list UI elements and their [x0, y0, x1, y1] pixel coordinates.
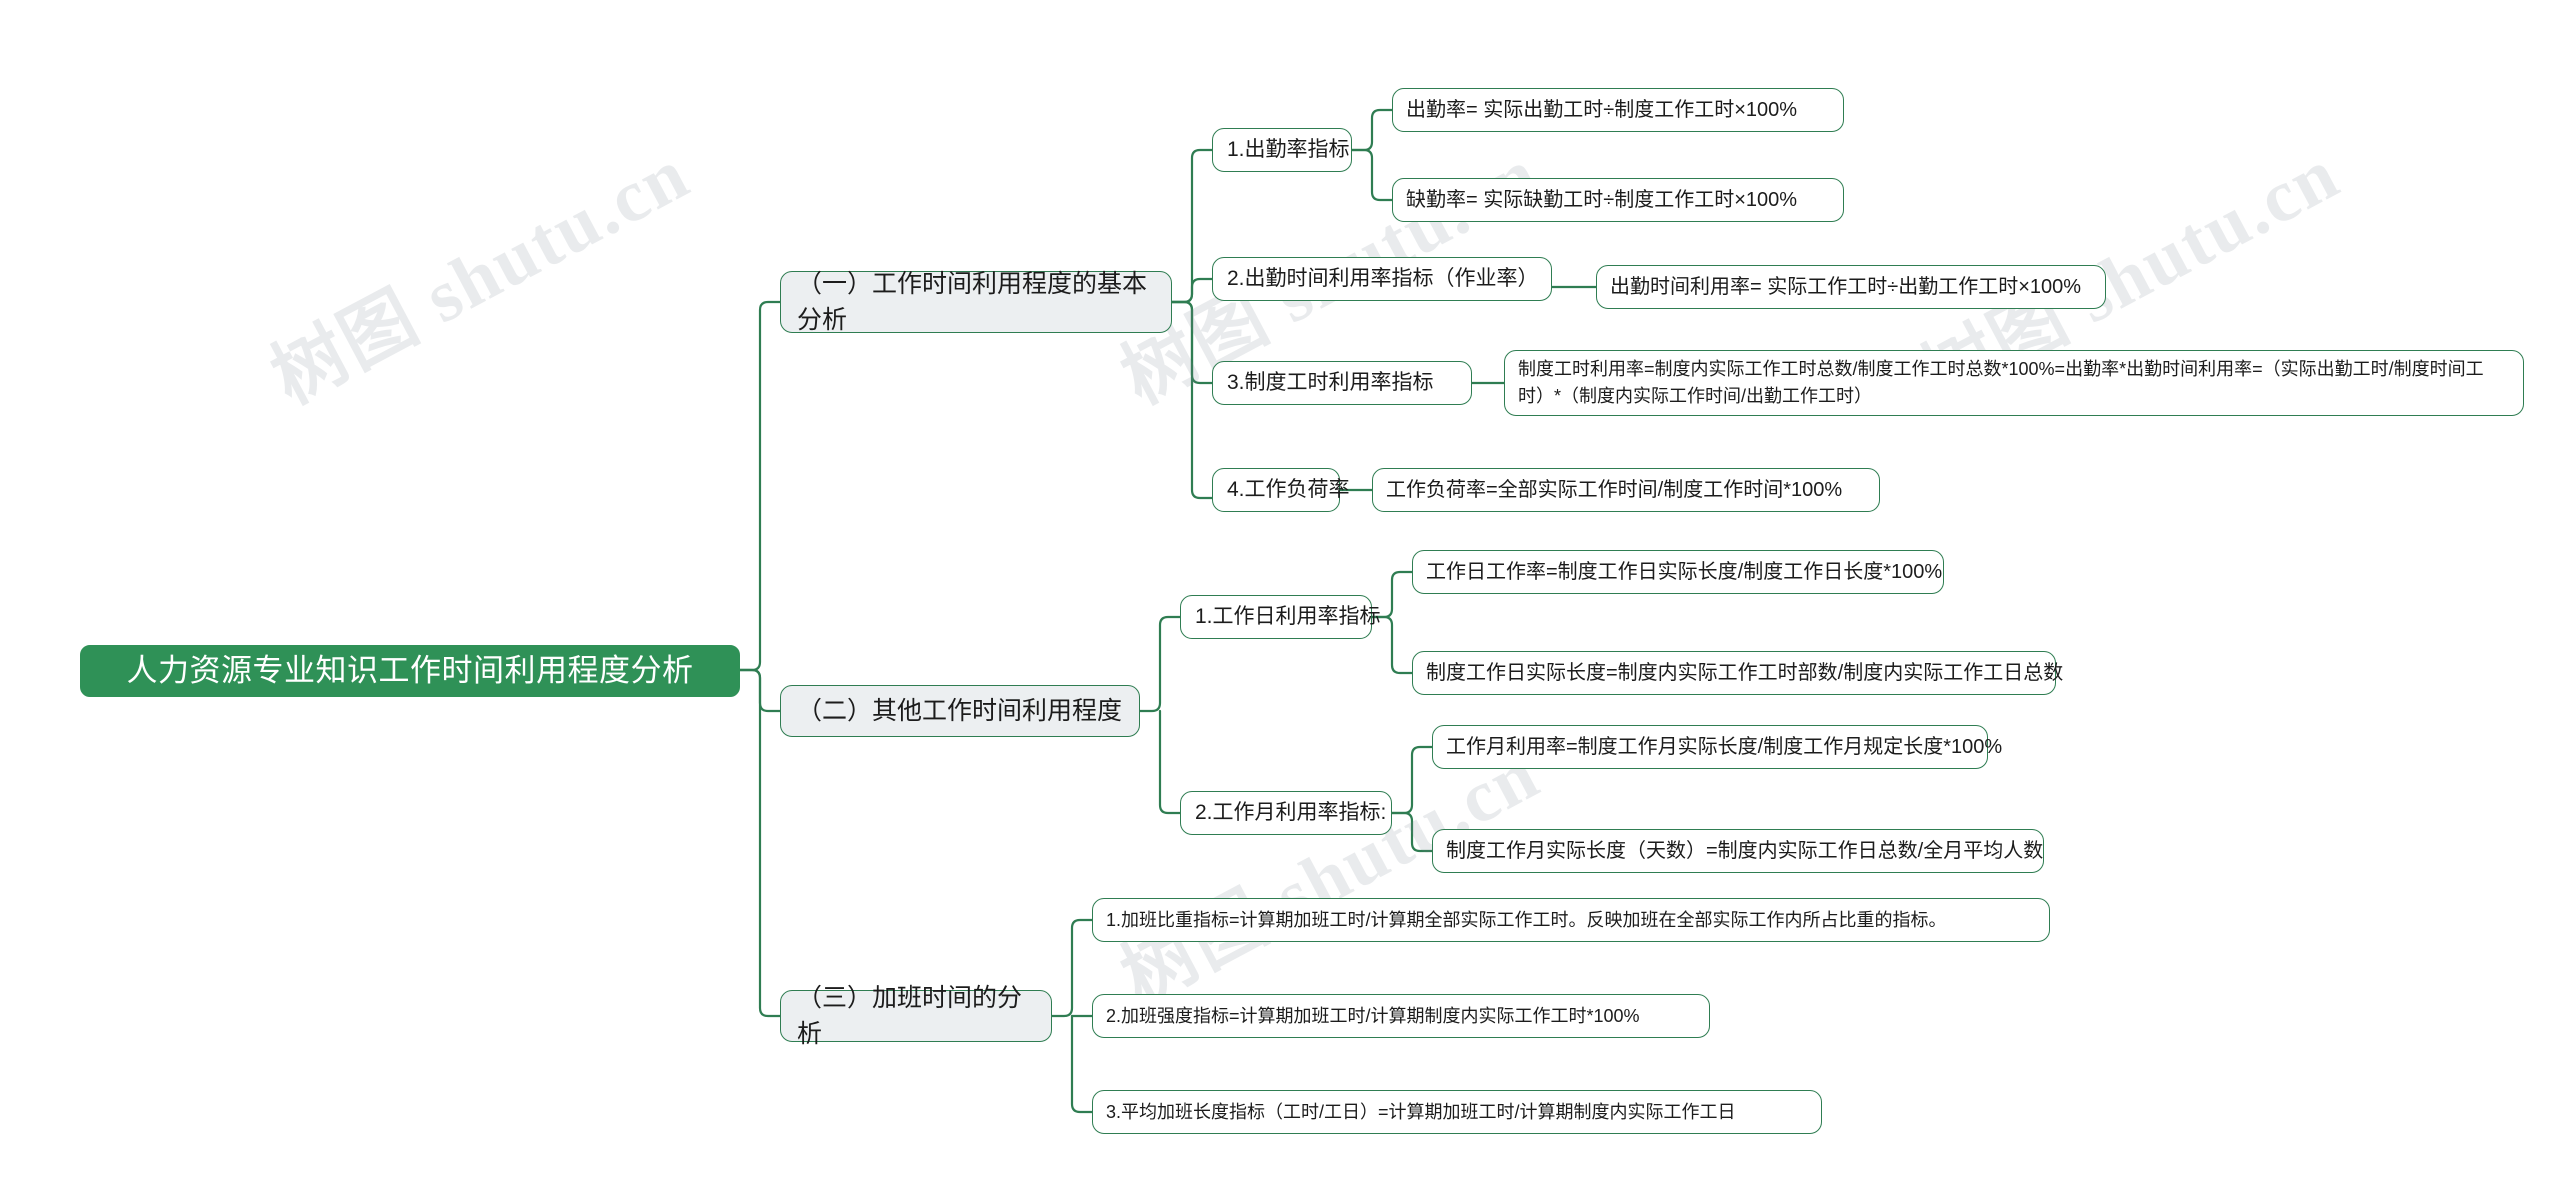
leaf-text-2-1-2: 制度工作日实际长度=制度内实际工作工时部数/制度内实际工作工日总数 [1426, 661, 2064, 684]
branch-node-1[interactable]: （一）工作时间利用程度的基本分析 [780, 270, 1172, 334]
leaf-text-1-4-1: 工作负荷率=全部实际工作时间/制度工作时间*100% [1386, 478, 1843, 501]
subnode-label-1-4: 4.工作负荷率 [1227, 477, 1350, 501]
leaf-text-3-3: 3.平均加班长度指标（工时/工日）=计算期加班工时/计算期制度内实际工作工日 [1106, 1101, 1736, 1122]
branch-node-2[interactable]: （二）其他工作时间利用程度 [780, 685, 1140, 737]
leaf-3-1[interactable]: 1.加班比重指标=计算期加班工时/计算期全部实际工作工时。反映加班在全部实际工作… [1092, 898, 2050, 942]
subnode-2-1[interactable]: 1.工作日利用率指标 [1180, 595, 1381, 639]
mindmap-canvas: 树图 shutu.cn 树图 shutu.cn 树图 shutu.cn 树图 s… [0, 0, 2560, 1203]
subnode-label-1-3: 3.制度工时利用率指标 [1227, 370, 1434, 394]
leaf-text-2-2-1: 工作月利用率=制度工作月实际长度/制度工作月规定长度*100% [1446, 735, 2003, 758]
branch-node-3[interactable]: （三）加班时间的分析 [780, 984, 1052, 1048]
leaf-2-2-2[interactable]: 制度工作月实际长度（天数）=制度内实际工作日总数/全月平均人数 [1432, 829, 2044, 873]
branch-label-3: （三）加班时间的分析 [797, 983, 1023, 1048]
leaf-text-1-1-2: 缺勤率= 实际缺勤工时÷制度工作工时×100% [1406, 188, 1798, 211]
leaf-text-3-1: 1.加班比重指标=计算期加班工时/计算期全部实际工作工时。反映加班在全部实际工作… [1106, 909, 1947, 930]
leaf-text-1-1-1: 出勤率= 实际出勤工时÷制度工作工时×100% [1406, 98, 1798, 121]
leaf-3-2[interactable]: 2.加班强度指标=计算期加班工时/计算期制度内实际工作工时*100% [1092, 994, 1710, 1038]
leaf-1-1-2[interactable]: 缺勤率= 实际缺勤工时÷制度工作工时×100% [1392, 178, 1844, 222]
leaf-2-1-2[interactable]: 制度工作日实际长度=制度内实际工作工时部数/制度内实际工作工日总数 [1412, 651, 2063, 695]
subnode-2-2[interactable]: 2.工作月利用率指标: [1180, 791, 1392, 835]
leaf-text-2-1-1: 工作日工作率=制度工作日实际长度/制度工作日长度*100% [1426, 560, 1943, 583]
subnode-label-1-1: 1.出勤率指标 [1227, 137, 1350, 161]
leaf-1-2-1[interactable]: 出勤时间利用率= 实际工作工时÷出勤工作工时×100% [1596, 265, 2106, 309]
leaf-text-1-2-1: 出勤时间利用率= 实际工作工时÷出勤工作工时×100% [1610, 275, 2082, 298]
subnode-1-1[interactable]: 1.出勤率指标 [1212, 128, 1352, 172]
leaf-2-1-1[interactable]: 工作日工作率=制度工作日实际长度/制度工作日长度*100% [1412, 550, 1944, 594]
leaf-text-2-2-2: 制度工作月实际长度（天数）=制度内实际工作日总数/全月平均人数 [1446, 839, 2044, 862]
watermark-1: 树图 shutu.cn [259, 132, 703, 421]
subnode-label-2-2: 2.工作月利用率指标: [1195, 800, 1387, 824]
leaf-3-3[interactable]: 3.平均加班长度指标（工时/工日）=计算期加班工时/计算期制度内实际工作工日 [1092, 1090, 1822, 1134]
leaf-text-3-2: 2.加班强度指标=计算期加班工时/计算期制度内实际工作工时*100% [1106, 1005, 1640, 1026]
subnode-1-3[interactable]: 3.制度工时利用率指标 [1212, 361, 1472, 405]
subnode-label-1-2: 2.出勤时间利用率指标（作业率） [1227, 266, 1539, 290]
leaf-1-1-1[interactable]: 出勤率= 实际出勤工时÷制度工作工时×100% [1392, 88, 1844, 132]
root-node[interactable]: 人力资源专业知识工作时间利用程度分析 [80, 645, 740, 697]
leaf-1-3-1[interactable]: 制度工时利用率=制度内实际工作工时总数/制度工作工时总数*100%=出勤率*出勤… [1504, 350, 2524, 416]
root-label: 人力资源专业知识工作时间利用程度分析 [126, 652, 694, 688]
branch-label-2: （二）其他工作时间利用程度 [797, 696, 1123, 725]
leaf-text-1-3-1: 制度工时利用率=制度内实际工作工时总数/制度工作工时总数*100%=出勤率*出勤… [1518, 359, 2484, 406]
subnode-1-4[interactable]: 4.工作负荷率 [1212, 468, 1350, 512]
leaf-2-2-1[interactable]: 工作月利用率=制度工作月实际长度/制度工作月规定长度*100% [1432, 725, 2002, 769]
subnode-1-2[interactable]: 2.出勤时间利用率指标（作业率） [1212, 257, 1552, 301]
leaf-1-4-1[interactable]: 工作负荷率=全部实际工作时间/制度工作时间*100% [1372, 468, 1880, 512]
branch-label-1: （一）工作时间利用程度的基本分析 [797, 269, 1148, 334]
subnode-label-2-1: 1.工作日利用率指标 [1195, 604, 1381, 628]
